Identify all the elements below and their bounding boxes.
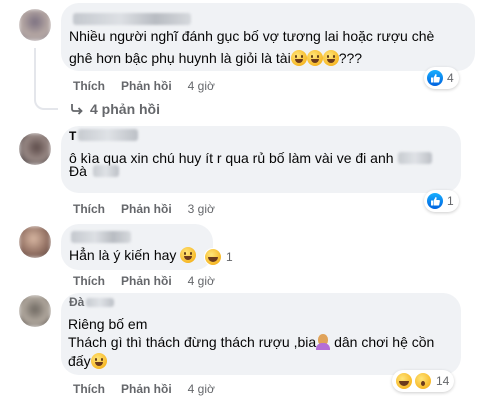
reaction-count: 1 <box>447 194 454 208</box>
comment-actions: Thích Phản hồi 3 giờ <box>73 202 215 216</box>
reaction-summary[interactable]: 4 <box>424 67 459 89</box>
woman-emoji-icon <box>316 334 331 350</box>
timestamp[interactable]: 4 giờ <box>188 274 215 288</box>
grinning-emoji-icon <box>306 50 323 66</box>
comment-actions: Thích Phản hồi 4 giờ <box>73 382 215 396</box>
reaction-summary[interactable]: 1 <box>201 246 238 268</box>
comment-text-line: Thách gì thì thách đừng thách rượu ,bia … <box>68 334 435 350</box>
comment-actions: Thích Phản hồi 4 giờ <box>73 274 215 288</box>
comment-bubble: Hẳn là ý kiến hay <box>61 224 213 270</box>
timestamp[interactable]: 4 giờ <box>188 79 215 93</box>
thread-connector <box>34 48 58 110</box>
timestamp[interactable]: 4 giờ <box>188 382 215 396</box>
grinning-emoji-icon <box>322 50 339 66</box>
like-button[interactable]: Thích <box>73 382 105 396</box>
reaction-count: 1 <box>226 250 233 264</box>
grinning-emoji-icon <box>290 50 307 66</box>
wow-icon <box>414 372 432 390</box>
reply-button[interactable]: Phản hồi <box>121 202 172 216</box>
avatar[interactable] <box>19 133 51 165</box>
comment-bubble: Nhiều người nghĩ đánh gục bố vợ tương la… <box>61 3 475 71</box>
avatar[interactable] <box>19 295 51 327</box>
comment-actions: Thích Phản hồi 4 giờ <box>73 79 215 93</box>
reply-button[interactable]: Phản hồi <box>121 382 172 396</box>
comment-text-line: Đà <box>69 162 119 180</box>
comment-text-line: Hẳn là ý kiến hay <box>69 244 197 266</box>
laughing-emoji-icon <box>180 247 197 263</box>
author-name-redacted[interactable] <box>73 13 191 25</box>
reply-arrow-icon <box>71 104 83 115</box>
avatar[interactable] <box>19 226 51 258</box>
author-name[interactable]: Đà <box>69 291 115 313</box>
like-icon <box>427 193 443 209</box>
reaction-summary[interactable]: 1 <box>424 190 459 212</box>
author-name-redacted[interactable] <box>71 231 131 243</box>
view-replies-link[interactable]: 4 phản hồi <box>70 101 160 117</box>
like-button[interactable]: Thích <box>73 202 105 216</box>
comment-bubble: T ô kìa qua xin chú huy ít r qua rủ bố l… <box>61 126 461 193</box>
like-icon <box>427 70 443 86</box>
reaction-count: 4 <box>447 71 454 85</box>
reaction-count: 14 <box>436 374 450 388</box>
author-name[interactable]: T <box>69 125 139 147</box>
like-button[interactable]: Thích <box>73 274 105 288</box>
comment-bubble: Đà Riêng bố em Thách gì thì thách đừng t… <box>61 293 461 375</box>
haha-icon <box>395 372 413 390</box>
comment-text-line: Nhiều người nghĩ đánh gục bố vợ tương la… <box>69 28 435 44</box>
like-button[interactable]: Thích <box>73 79 105 93</box>
reply-button[interactable]: Phản hồi <box>121 79 172 93</box>
comment-text-line: ô kìa qua xin chú huy ít r qua rủ bố làm… <box>69 147 432 169</box>
tongue-emoji-icon <box>204 248 222 266</box>
comment-text-line: đấy <box>68 350 107 372</box>
reaction-summary[interactable]: 14 <box>392 370 455 392</box>
avatar[interactable] <box>19 9 51 41</box>
sad-emoji-icon <box>90 353 107 369</box>
timestamp[interactable]: 3 giờ <box>188 202 215 216</box>
reply-button[interactable]: Phản hồi <box>121 274 172 288</box>
comment-text-line: ghê hơn bậc phụ huynh là giỏi là tài??? <box>69 50 363 66</box>
